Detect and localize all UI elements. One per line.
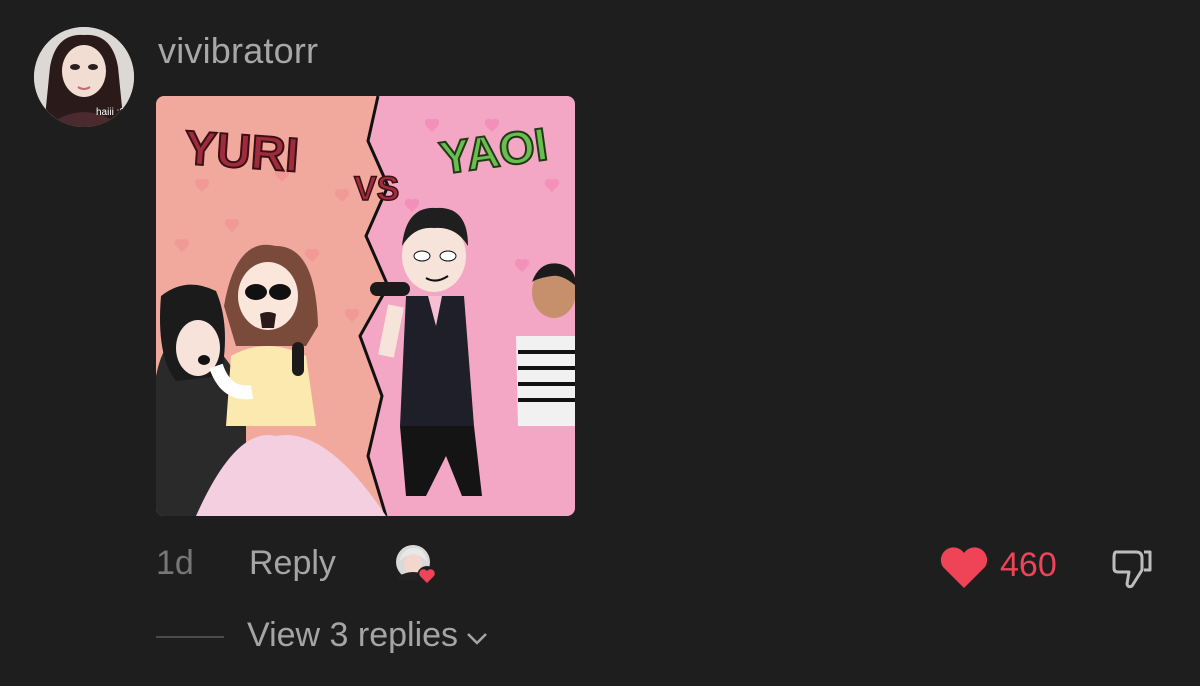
comment-image[interactable]: YURI VS YAOI: [156, 96, 575, 516]
avatar-caption: haiii :3: [96, 107, 125, 118]
title-vs: VS: [354, 170, 399, 208]
chevron-down-icon: [466, 616, 488, 655]
replies-divider: [156, 636, 224, 638]
creator-liked-avatar: [395, 544, 437, 586]
title-yuri: YURI: [183, 122, 301, 183]
username[interactable]: vivibratorr: [158, 30, 318, 72]
avatar[interactable]: haiii :3: [34, 27, 134, 127]
dislike-icon[interactable]: [1108, 544, 1156, 592]
like-count: 460: [1000, 546, 1057, 584]
timestamp: 1d: [156, 544, 194, 582]
reply-button[interactable]: Reply: [249, 544, 336, 583]
creator-heart-icon: [417, 566, 437, 586]
view-replies-button[interactable]: View 3 replies: [247, 616, 488, 655]
like-heart-icon[interactable]: [938, 546, 990, 590]
view-replies-label: View 3 replies: [247, 616, 459, 654]
